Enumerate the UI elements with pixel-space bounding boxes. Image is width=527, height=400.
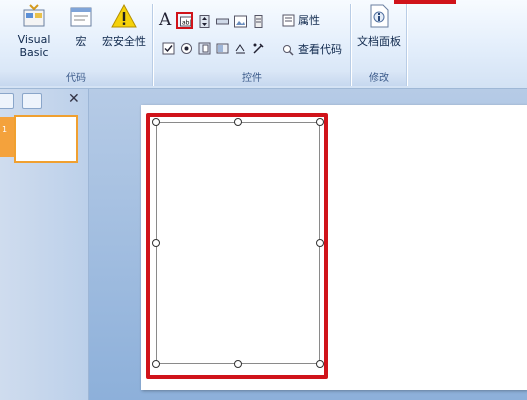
spin-button-icon[interactable] [198, 15, 211, 28]
controls-row-2 [162, 42, 265, 55]
separator [152, 4, 153, 86]
view-code-icon [283, 44, 294, 56]
resize-handle[interactable] [316, 118, 324, 126]
macro-label: 宏 [75, 35, 87, 48]
toggle-button-icon[interactable] [216, 42, 229, 55]
scroll-bar-icon[interactable] [216, 15, 229, 28]
resize-handle[interactable] [152, 239, 160, 247]
more-controls-icon[interactable] [252, 42, 265, 55]
image-icon[interactable] [234, 15, 247, 28]
resize-handle[interactable] [152, 360, 160, 368]
text-box-control[interactable] [156, 122, 320, 364]
document-panel-icon [370, 4, 389, 28]
macro-button[interactable]: 宏 [66, 2, 96, 49]
separator [406, 4, 407, 86]
properties-icon [282, 14, 295, 26]
ime-icon[interactable] [234, 42, 247, 55]
list-box-icon[interactable] [252, 15, 265, 28]
resize-handle[interactable] [234, 360, 242, 368]
modify-group: 文档面板 修改 [352, 0, 406, 88]
resize-handle[interactable] [316, 360, 324, 368]
slide-number: 1 [2, 125, 8, 134]
view-code-button[interactable]: 查看代码 [282, 41, 342, 57]
document-panel-button[interactable]: 文档面板 [354, 2, 404, 49]
separator [350, 4, 351, 86]
close-pane-icon[interactable]: ✕ [68, 91, 80, 107]
view-code-label: 查看代码 [298, 43, 342, 56]
document-panel-label: 文档面板 [357, 35, 401, 48]
code-group: Visual Basic 宏 宏安全性 代码 [0, 0, 152, 88]
option-button-icon[interactable] [180, 42, 193, 55]
properties-label: 属性 [298, 14, 320, 27]
resize-handle[interactable] [234, 118, 242, 126]
properties-button[interactable]: 属性 [282, 12, 320, 28]
checkbox-icon[interactable] [162, 42, 175, 55]
visual-basic-button[interactable]: Visual Basic [2, 2, 66, 59]
pane-tabs: ✕ [0, 91, 88, 109]
modify-group-label: 修改 [352, 72, 406, 86]
resize-handle[interactable] [316, 239, 324, 247]
warning-icon [111, 3, 137, 28]
visual-basic-icon [23, 4, 45, 27]
slides-pane: ✕ 1 [0, 89, 89, 400]
outline-tab[interactable] [22, 93, 42, 109]
ribbon: Visual Basic 宏 宏安全性 代码 A ab| 属性 查看代码 控件 … [0, 0, 527, 89]
slide-thumbnail[interactable] [14, 115, 78, 163]
macro-security-button[interactable]: 宏安全性 [98, 2, 150, 49]
text-box-highlight [176, 12, 193, 29]
frame-control-icon[interactable] [198, 42, 211, 55]
controls-group-label: 控件 [154, 72, 350, 86]
visual-basic-label: Visual Basic [17, 33, 51, 59]
macro-icon [70, 7, 92, 27]
slide-number-marker: 1 [0, 117, 14, 157]
slides-tab[interactable] [0, 93, 14, 109]
code-group-label: 代码 [0, 72, 152, 86]
resize-handle[interactable] [152, 118, 160, 126]
macro-security-label: 宏安全性 [102, 35, 146, 48]
label-control-icon[interactable]: A [159, 10, 171, 30]
